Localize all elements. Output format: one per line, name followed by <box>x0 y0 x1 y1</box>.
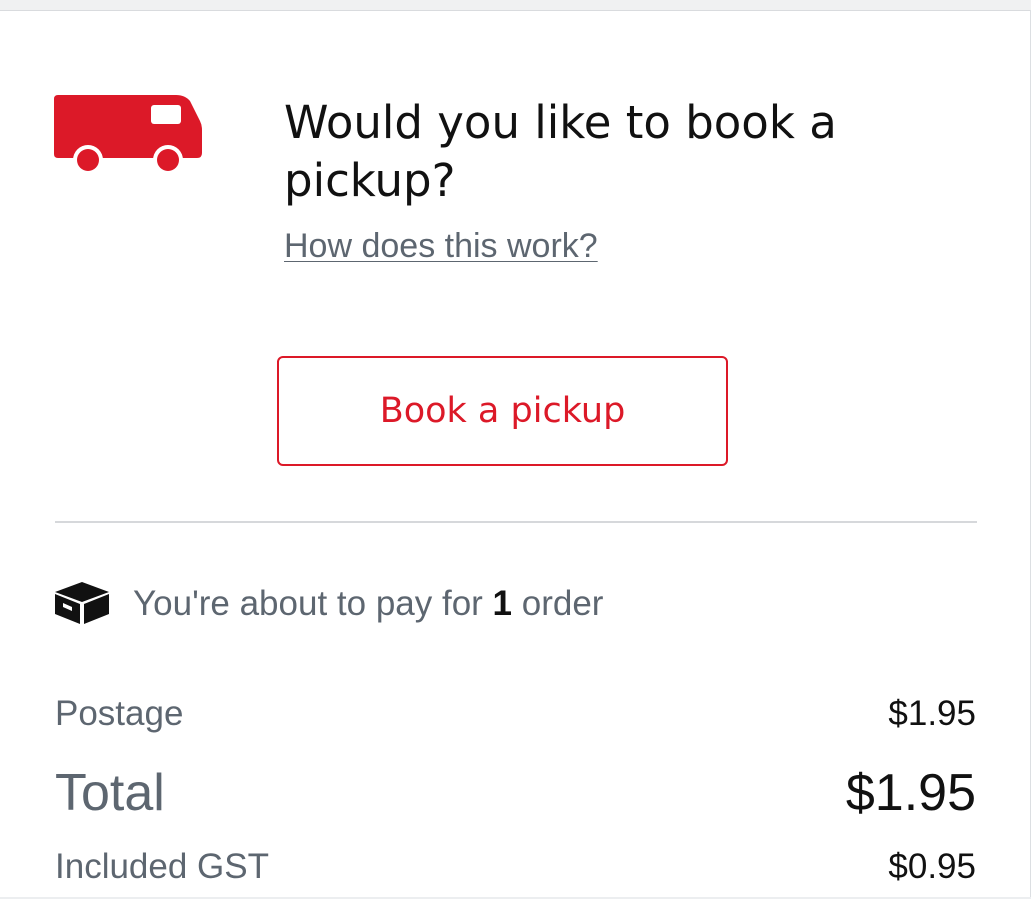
total-value: $1.95 <box>845 764 976 822</box>
order-summary-text: You're about to pay for 1 order <box>133 582 603 626</box>
book-pickup-button[interactable]: Book a pickup <box>277 356 728 466</box>
section-divider <box>55 521 977 523</box>
total-label: Total <box>55 764 165 822</box>
box-icon <box>55 582 109 624</box>
order-prefix: You're about to pay for <box>133 584 493 623</box>
postage-value: $1.95 <box>888 694 976 733</box>
gst-value: $0.95 <box>888 847 976 886</box>
postage-label: Postage <box>55 694 184 733</box>
truck-icon <box>54 95 202 175</box>
pickup-heading: Would you like to book a pickup? <box>284 96 837 207</box>
order-count: 1 <box>492 584 513 623</box>
order-suffix: order <box>512 584 604 623</box>
gst-label: Included GST <box>55 847 269 886</box>
how-does-this-work-link[interactable]: How does this work? <box>284 224 598 268</box>
window-top-border <box>0 0 1031 11</box>
